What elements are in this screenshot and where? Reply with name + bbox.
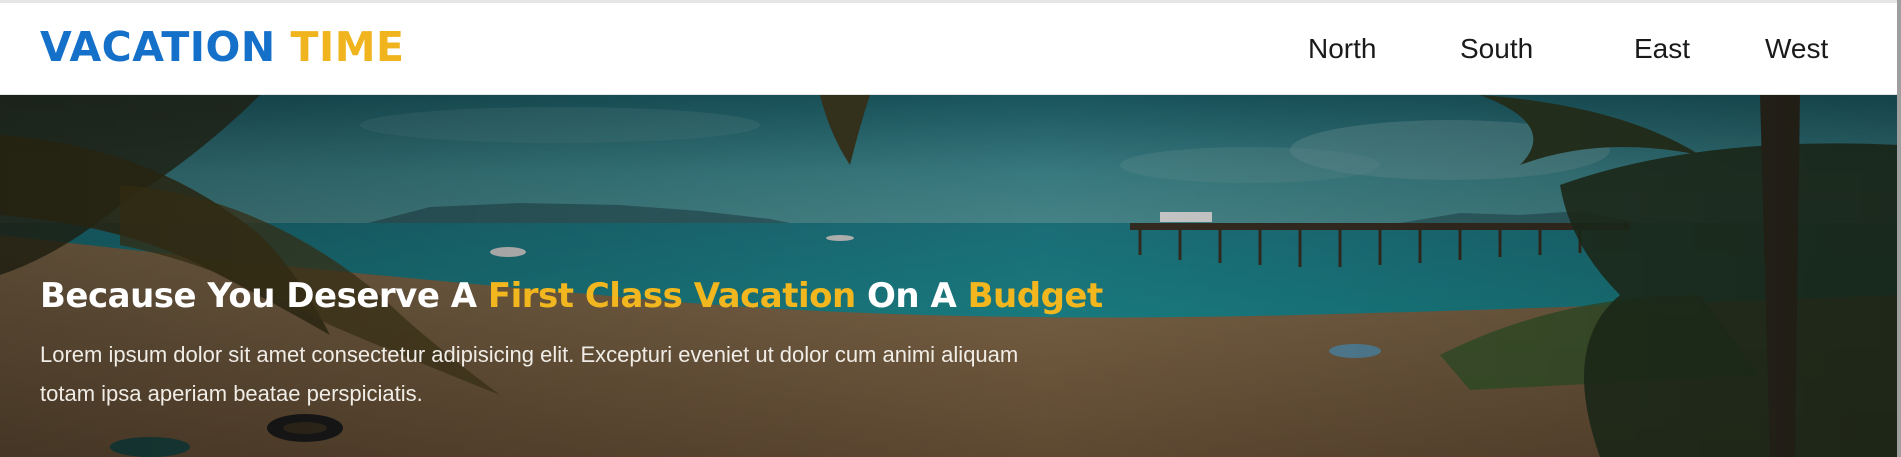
logo-word-time: TIME (290, 23, 405, 71)
hero-title-part: Because You Deserve A (40, 276, 488, 316)
hero-description: Lorem ipsum dolor sit amet consectetur a… (40, 342, 1019, 406)
nav-link-west[interactable]: West (1765, 31, 1828, 67)
nav-link-north[interactable]: North (1308, 31, 1376, 67)
hero-title: Because You Deserve A First Class Vacati… (40, 275, 1103, 317)
logo-word-vacation: VACATION (40, 23, 276, 71)
site-logo[interactable]: VACATION TIME (40, 23, 405, 71)
hero-section: Because You Deserve A First Class Vacati… (0, 95, 1901, 457)
hero-title-part: On A (855, 276, 968, 316)
page-scrollbar[interactable] (1897, 0, 1901, 457)
hero-title-highlight: Budget (967, 276, 1104, 316)
hero-title-highlight: First Class Vacation (487, 276, 856, 316)
nav-link-east[interactable]: East (1634, 31, 1690, 67)
nav-link-south[interactable]: South (1460, 31, 1533, 67)
site-header: VACATION TIME North South East West (0, 3, 1901, 95)
